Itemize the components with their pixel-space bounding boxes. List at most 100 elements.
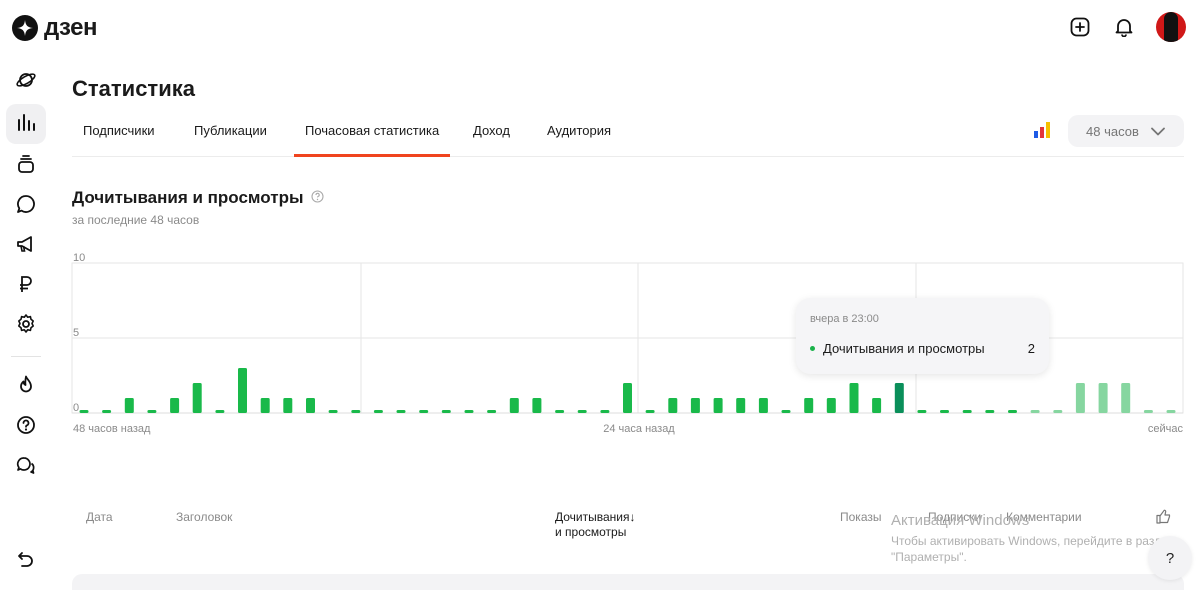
bar <box>623 383 632 413</box>
bar <box>690 398 700 413</box>
sidebar-item-help[interactable] <box>6 407 46 447</box>
bar <box>600 410 610 413</box>
bar <box>894 383 904 413</box>
column-reads[interactable]: Дочитывания↓ и просмотры <box>555 510 636 540</box>
bar <box>532 398 542 413</box>
bar <box>147 410 157 413</box>
x-tick-label: 48 часов назад <box>73 423 151 435</box>
bar <box>713 398 723 413</box>
bar <box>555 410 565 413</box>
page-title: Статистика <box>72 76 195 101</box>
bar <box>1166 410 1176 413</box>
tab-subscribers[interactable]: Подписчики <box>83 112 155 157</box>
sidebar-item-promotion[interactable] <box>6 226 46 266</box>
windows-activation-watermark: Активация Windows Чтобы активировать Win… <box>891 512 1174 565</box>
megaphone-icon <box>16 234 36 259</box>
collapse-sidebar-button[interactable] <box>6 542 46 582</box>
bell-icon[interactable] <box>1112 15 1136 39</box>
tab-audience[interactable]: Аудитория <box>547 112 611 157</box>
sidebar-item-statistics[interactable] <box>6 104 46 144</box>
bar <box>441 410 451 413</box>
activation-text-1: Чтобы активировать Windows, перейдите в … <box>891 534 1175 548</box>
bar <box>781 410 791 413</box>
bar <box>985 410 995 413</box>
bar <box>373 410 383 413</box>
bar <box>419 410 429 413</box>
stack-icon <box>16 154 36 179</box>
bar <box>192 383 202 413</box>
add-icon[interactable] <box>1068 15 1092 39</box>
x-tick-label: 24 часа назад <box>603 423 675 435</box>
activation-title: Активация Windows <box>891 512 1030 529</box>
chat-bubble-icon <box>16 194 36 219</box>
tab-publications[interactable]: Публикации <box>194 112 267 157</box>
tooltip-row: Дочитывания и просмотры 2 <box>810 341 1035 356</box>
bar <box>487 410 497 413</box>
bar <box>645 410 655 413</box>
bar <box>962 410 972 413</box>
bar <box>758 398 768 413</box>
sidebar-item-trending[interactable] <box>6 367 46 407</box>
header-actions <box>1068 12 1186 42</box>
logo-text: дзен <box>44 14 97 41</box>
dzen-logo[interactable]: дзен <box>12 14 97 42</box>
bar-chart-icon <box>16 112 36 137</box>
bar <box>351 410 361 413</box>
period-select[interactable]: 48 часов <box>1068 115 1184 147</box>
column-impressions[interactable]: Показы <box>840 510 881 524</box>
column-reads-line1: Дочитывания↓ <box>555 510 636 524</box>
bar <box>79 410 89 413</box>
column-title[interactable]: Заголовок <box>176 510 232 524</box>
bar <box>396 410 406 413</box>
tooltip-value: 2 <box>1027 341 1035 356</box>
avatar[interactable] <box>1156 12 1186 42</box>
sidebar-item-money[interactable] <box>6 266 46 306</box>
bar <box>260 398 270 413</box>
bar <box>170 398 180 413</box>
table-body <box>72 574 1184 590</box>
planet-icon <box>15 69 37 96</box>
sidebar-item-settings[interactable] <box>6 306 46 346</box>
sidebar-item-comments[interactable] <box>6 186 46 226</box>
gear-icon <box>15 313 37 340</box>
bar <box>238 368 247 413</box>
bar <box>1008 410 1017 413</box>
bar <box>1143 410 1153 413</box>
tooltip-time: вчера в 23:00 <box>810 313 879 325</box>
tooltip-series: Дочитывания и просмотры <box>823 341 985 356</box>
sidebar-item-support[interactable] <box>6 447 46 487</box>
sidebar-item-feed[interactable] <box>6 62 46 102</box>
bar <box>1098 383 1108 413</box>
fire-icon <box>16 375 36 400</box>
bar <box>215 410 225 413</box>
period-value: 48 часов <box>1086 123 1139 139</box>
bar <box>509 398 519 413</box>
sidebar <box>6 62 46 487</box>
sidebar-item-publications[interactable] <box>6 146 46 186</box>
column-reads-line2: и просмотры <box>555 525 627 539</box>
column-date[interactable]: Дата <box>86 510 113 524</box>
bar <box>940 410 949 413</box>
y-tick-label: 10 <box>73 252 85 264</box>
activation-text-2: "Параметры". <box>891 550 967 564</box>
sidebar-bottom <box>6 542 46 582</box>
bar <box>1053 410 1063 413</box>
undo-icon <box>16 550 36 575</box>
bar <box>577 410 587 413</box>
chevron-down-icon <box>1150 124 1165 139</box>
y-tick-label: 5 <box>73 327 79 339</box>
y-tick-label: 0 <box>73 402 79 414</box>
bar <box>736 398 746 413</box>
dzen-star-icon <box>12 15 38 41</box>
info-icon[interactable] <box>311 188 325 208</box>
bar <box>804 398 814 413</box>
metrika-icon[interactable] <box>1034 122 1050 143</box>
help-button[interactable]: ? <box>1148 536 1192 580</box>
bar <box>306 398 315 413</box>
bar <box>124 398 134 413</box>
messages-icon <box>16 455 36 480</box>
tab-income[interactable]: Доход <box>473 112 510 157</box>
chart-tooltip: вчера в 23:00 Дочитывания и просмотры 2 <box>796 298 1049 374</box>
section-title-text: Дочитывания и просмотры <box>72 188 304 207</box>
tab-hourly-stats[interactable]: Почасовая статистика <box>294 112 451 157</box>
